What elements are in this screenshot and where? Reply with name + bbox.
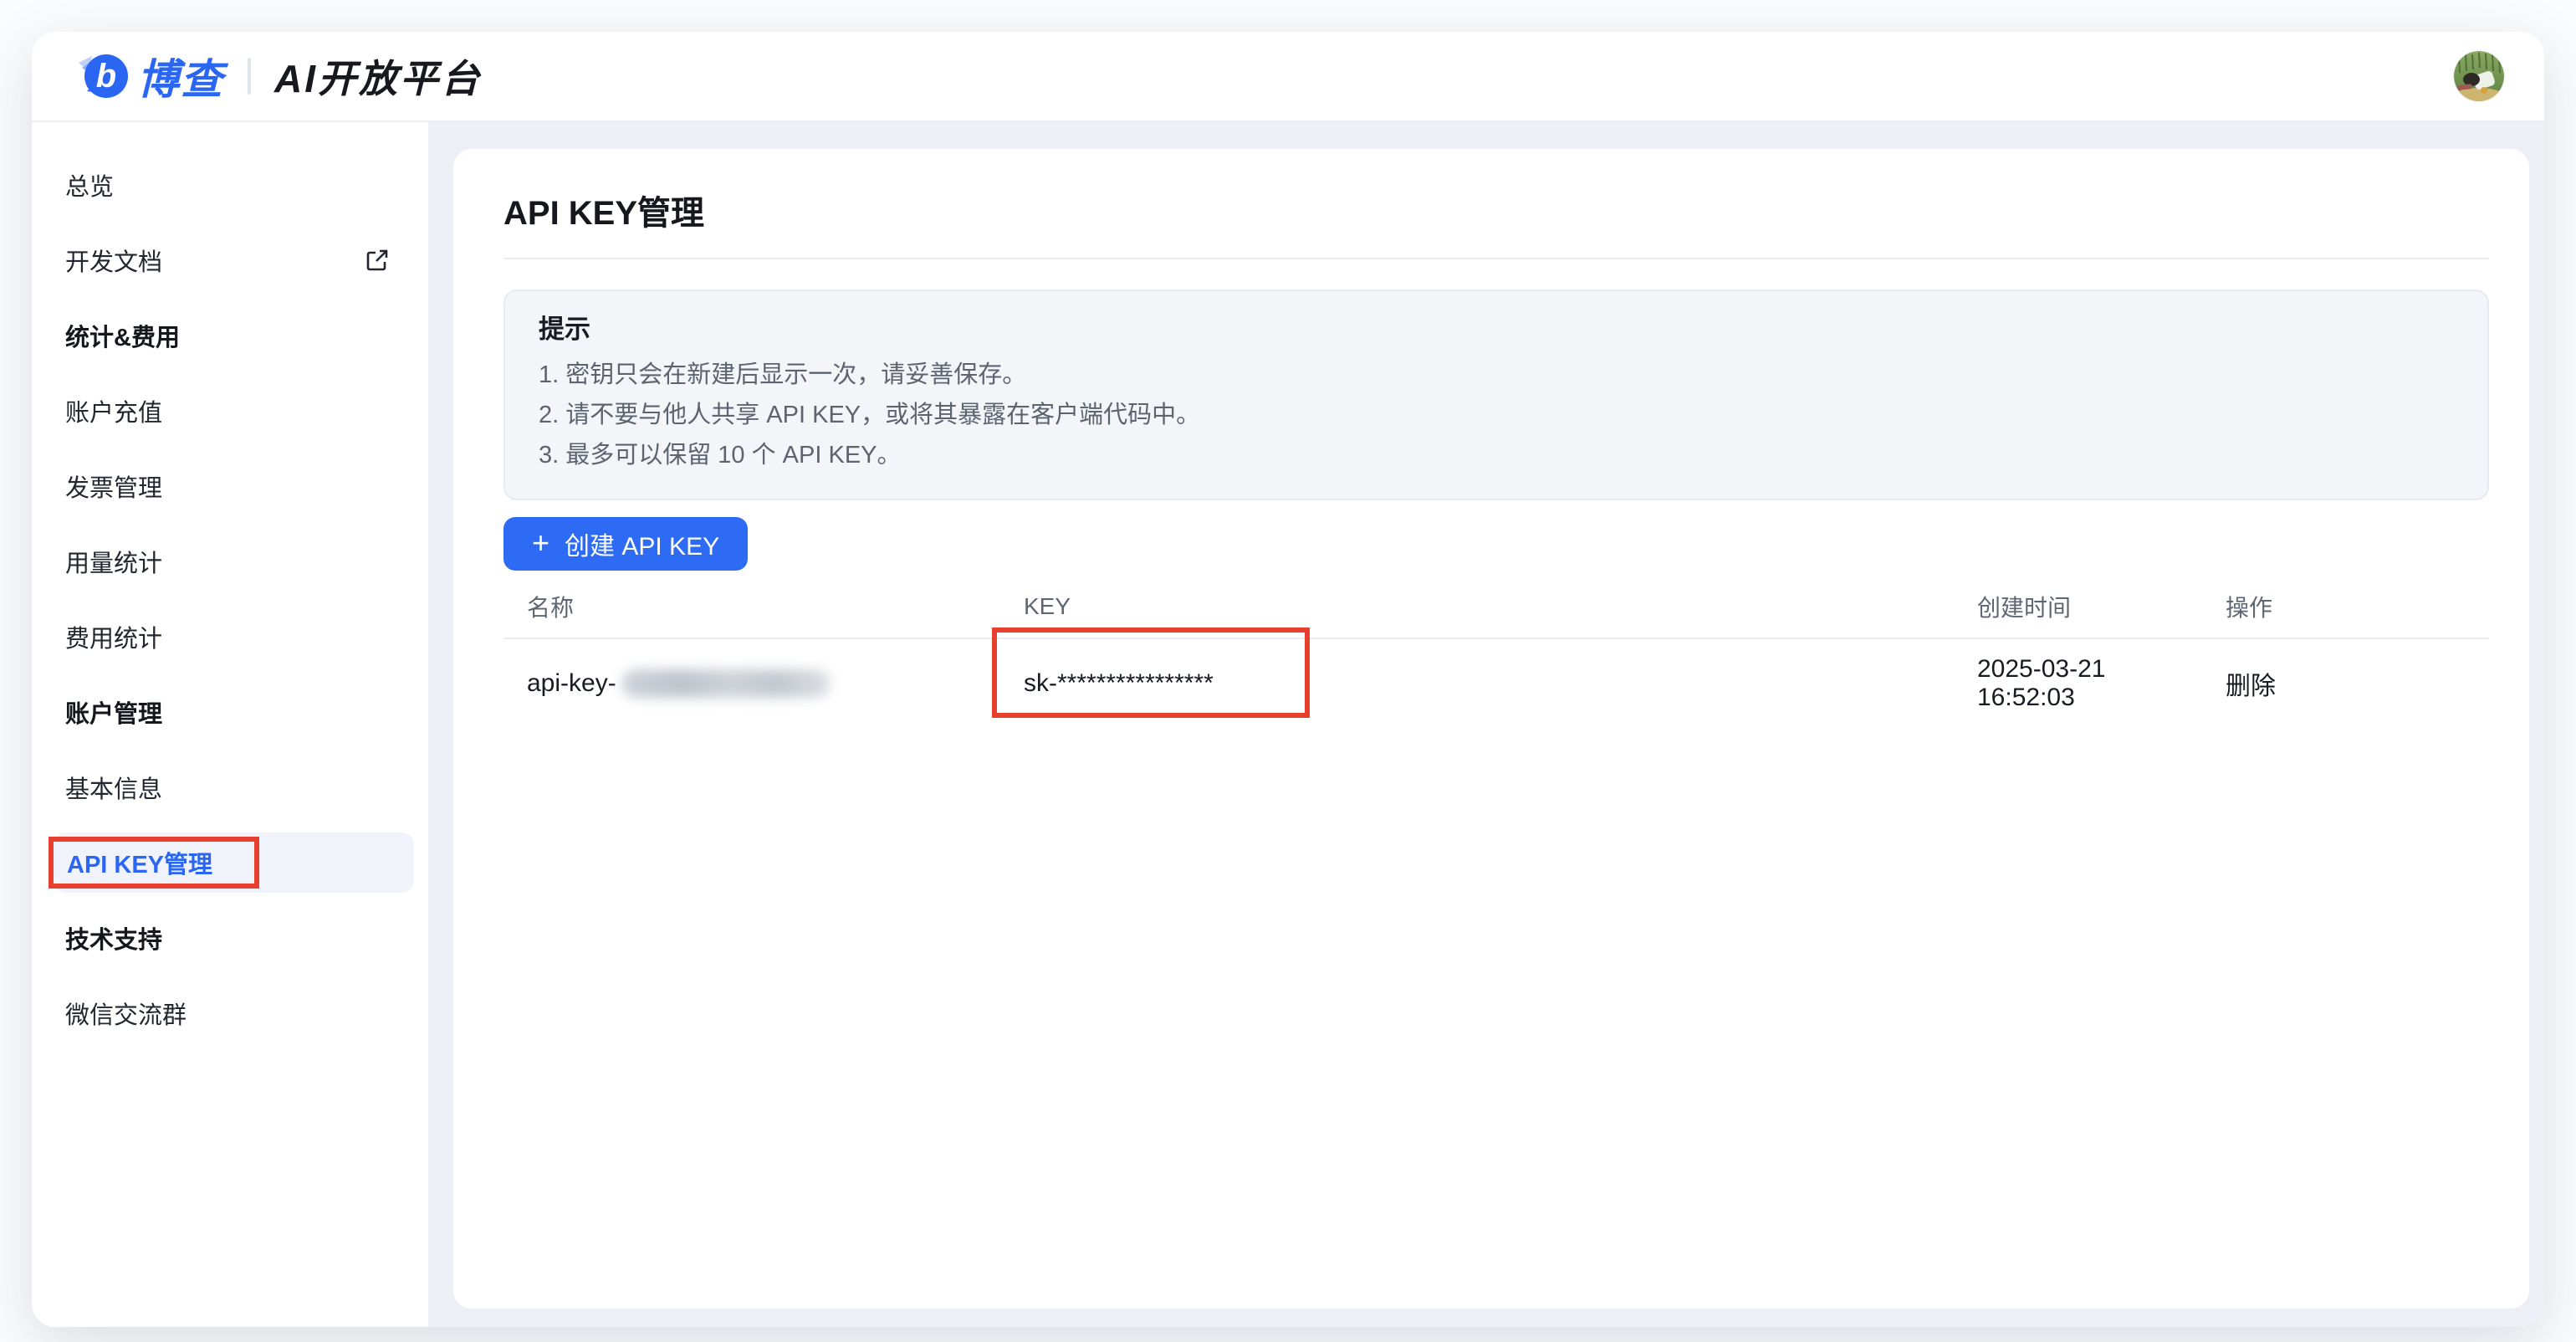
brand-divider [248, 58, 251, 95]
sidebar-item-label: 用量统计 [65, 544, 162, 579]
sidebar-section-support: 技术支持 [32, 900, 428, 976]
sidebar-item-docs[interactable]: 开发文档 [32, 223, 428, 298]
create-api-key-label: 创建 API KEY [565, 525, 719, 562]
sidebar-item-label: 总览 [65, 167, 114, 202]
notice-item: 1. 密钥只会在新建后显示一次，请妥善保存。 [539, 355, 2454, 395]
notice-item: 3. 最多可以保留 10 个 API KEY。 [539, 435, 2454, 475]
api-key-panel: API KEY管理 提示 1. 密钥只会在新建后显示一次，请妥善保存。 2. 请… [453, 149, 2529, 1309]
sidebar-item-api-key-active[interactable]: API KEY管理 [54, 832, 414, 893]
sidebar-section-label: 账户管理 [65, 694, 162, 730]
top-bar: b 博查 AI开放平台 [32, 32, 2544, 122]
content-row: 总览 开发文档 统计&费用 账户充值 发票管理 用量统计 [32, 122, 2544, 1327]
app-window: b 博查 AI开放平台 [32, 32, 2544, 1327]
bocha-logo-icon: b [75, 49, 129, 103]
user-avatar[interactable] [2454, 51, 2504, 101]
sidebar-item-basic-info[interactable]: 基本信息 [32, 750, 428, 825]
sidebar-item-invoices[interactable]: 发票管理 [32, 448, 428, 524]
avatar-image [2454, 51, 2504, 101]
sidebar-section-label: 技术支持 [65, 920, 162, 955]
sidebar-section-stats-fees: 统计&费用 [32, 298, 428, 373]
notice-item: 2. 请不要与他人共享 API KEY，或将其暴露在客户端代码中。 [539, 395, 2454, 435]
table-header-row: 名称 KEY 创建时间 操作 [503, 576, 2489, 639]
sidebar-item-wechat-group[interactable]: 微信交流群 [32, 976, 428, 1051]
create-api-key-button[interactable]: + 创建 API KEY [503, 517, 748, 571]
sidebar-item-recharge[interactable]: 账户充值 [32, 373, 428, 448]
sidebar-section-label: 统计&费用 [65, 318, 180, 353]
sidebar-item-label: 费用统计 [65, 619, 162, 654]
delete-api-key-link[interactable]: 删除 [2202, 665, 2489, 702]
sidebar-item-label: 发票管理 [65, 469, 162, 504]
sidebar-item-label: API KEY管理 [67, 845, 212, 880]
notice-title: 提示 [539, 311, 2454, 348]
table-row: api-key- sk-**************** 2025-03-21 … [503, 639, 2489, 728]
notice-list: 1. 密钥只会在新建后显示一次，请妥善保存。 2. 请不要与他人共享 API K… [539, 355, 2454, 475]
external-link-icon [365, 248, 390, 273]
main-area: API KEY管理 提示 1. 密钥只会在新建后显示一次，请妥善保存。 2. 请… [428, 122, 2544, 1327]
sidebar-item-usage-stats[interactable]: 用量统计 [32, 524, 428, 599]
sidebar-item-label: 账户充值 [65, 393, 162, 428]
column-header-name: 名称 [503, 590, 1000, 623]
brand-logo: b 博查 AI开放平台 [75, 46, 482, 106]
api-key-masked-cell: sk-**************** [1000, 669, 1954, 698]
column-header-actions: 操作 [2202, 590, 2489, 623]
sidebar-item-label: 开发文档 [65, 243, 162, 278]
notice-box: 提示 1. 密钥只会在新建后显示一次，请妥善保存。 2. 请不要与他人共享 AP… [503, 289, 2489, 500]
page-title: API KEY管理 [503, 186, 2489, 234]
api-key-name-prefix: api-key- [527, 669, 616, 697]
sidebar-item-label: 微信交流群 [65, 996, 187, 1031]
brand-name: 博查 [137, 46, 224, 106]
sidebar: 总览 开发文档 统计&费用 账户充值 发票管理 用量统计 [32, 122, 428, 1327]
sidebar-item-cost-stats[interactable]: 费用统计 [32, 599, 428, 674]
sidebar-section-account: 账户管理 [32, 674, 428, 750]
api-key-created-cell: 2025-03-21 16:52:03 [1954, 655, 2202, 712]
api-key-name-redacted [621, 669, 831, 698]
svg-text:b: b [96, 58, 116, 95]
column-header-created: 创建时间 [1954, 590, 2202, 623]
api-key-table: 名称 KEY 创建时间 操作 api-key- sk-*************… [503, 576, 2489, 728]
column-header-key: KEY [1000, 593, 1954, 620]
title-divider [503, 258, 2489, 259]
sidebar-item-label: 基本信息 [65, 770, 162, 805]
plus-icon: + [532, 528, 549, 558]
sidebar-item-overview[interactable]: 总览 [32, 147, 428, 223]
platform-title: AI开放平台 [274, 49, 482, 104]
api-key-name-cell: api-key- [503, 669, 1000, 698]
